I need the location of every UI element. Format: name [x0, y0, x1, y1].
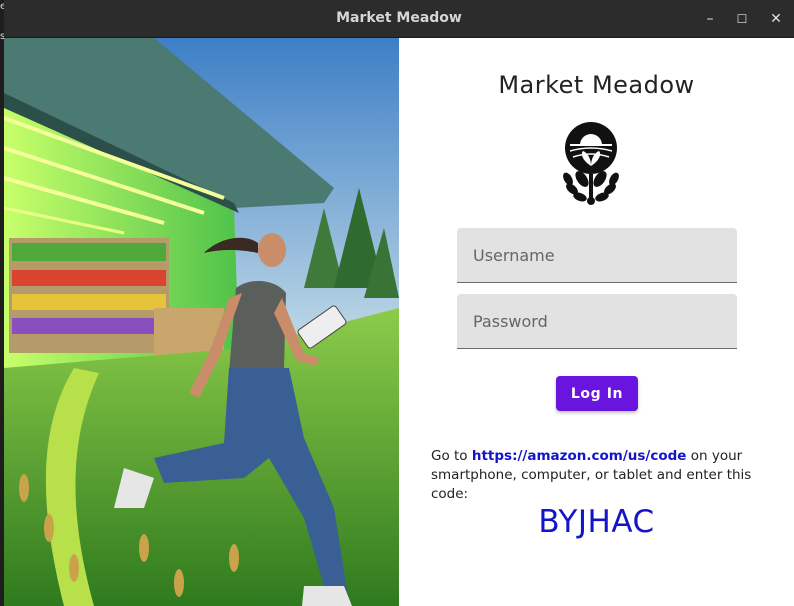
window-title: Market Meadow [336, 10, 462, 26]
device-code-instructions: Go to https://amazon.com/us/code on your… [431, 447, 766, 504]
activation-link[interactable]: https://amazon.com/us/code [472, 448, 687, 464]
instructions-prefix: Go to [431, 448, 472, 464]
close-icon[interactable]: ✕ [763, 6, 789, 32]
username-input[interactable] [457, 228, 737, 282]
window-content: Market Meadow Username Log In Go to http… [4, 38, 794, 606]
password-input[interactable] [457, 294, 737, 348]
maximize-icon[interactable]: ☐ [729, 6, 755, 32]
title-bar[interactable]: Market Meadow – ☐ ✕ [4, 0, 794, 38]
login-panel: Market Meadow Username Log In Go to http… [399, 38, 794, 606]
app-title: Market Meadow [498, 71, 695, 99]
hero-image [4, 38, 399, 606]
login-button[interactable]: Log In [556, 376, 638, 411]
username-field[interactable] [457, 228, 737, 283]
app-window: Market Meadow – ☐ ✕ Market Meadow Userna… [4, 0, 794, 606]
leaf-emblem-logo [563, 122, 619, 205]
device-code: BYJHAC [538, 504, 655, 540]
password-field[interactable] [457, 294, 737, 349]
hero-illustration [4, 38, 399, 606]
minimize-icon[interactable]: – [697, 6, 723, 32]
